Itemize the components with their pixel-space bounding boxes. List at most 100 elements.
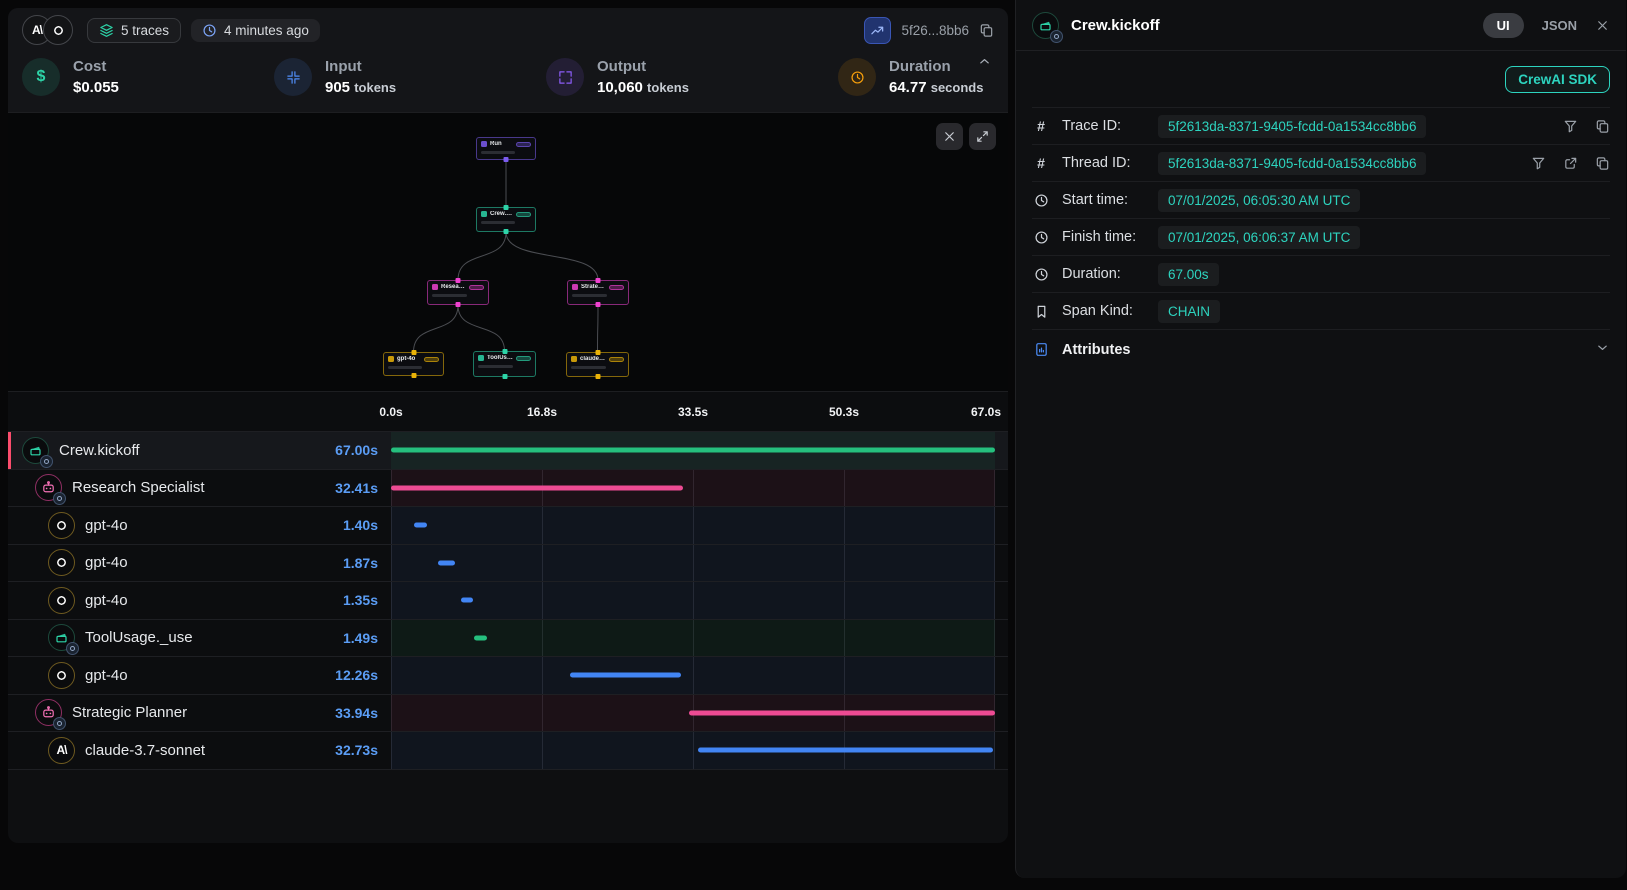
span-name: claude-3.7-sonnet bbox=[85, 742, 205, 759]
graph-controls bbox=[936, 123, 996, 150]
attributes-section-toggle[interactable]: Attributes bbox=[1032, 329, 1610, 369]
field-value[interactable]: 67.00s bbox=[1158, 263, 1219, 286]
stat-value: 10,060 tokens bbox=[597, 79, 689, 96]
field-label: Trace ID: bbox=[1062, 118, 1146, 134]
metrics-chart-button[interactable] bbox=[864, 17, 891, 44]
flow-node-strategic[interactable]: Strategic Planner bbox=[567, 280, 629, 305]
time-axis: 0.0s16.8s33.5s50.3s67.0s bbox=[8, 392, 1008, 431]
output-icon bbox=[546, 58, 584, 96]
span-timeline-cell bbox=[391, 545, 995, 582]
node-title: gpt-4o bbox=[397, 356, 421, 362]
time-ago-badge: 4 minutes ago bbox=[191, 19, 320, 42]
node-port-top bbox=[596, 278, 601, 283]
field-row-duration: Duration: 67.00s bbox=[1032, 255, 1610, 292]
flow-node-crew[interactable]: Crew.kickoff bbox=[476, 207, 536, 232]
trace-id-short[interactable]: 5f26...8bb6 bbox=[901, 23, 969, 38]
waterfall-row[interactable]: gpt-4o 1.35s bbox=[8, 581, 1008, 619]
span-bar[interactable] bbox=[698, 748, 993, 753]
span-duration: 33.94s bbox=[335, 705, 391, 721]
span-bar[interactable] bbox=[391, 485, 683, 490]
waterfall-row[interactable]: Research Specialist 32.41s bbox=[8, 469, 1008, 507]
waterfall-row[interactable]: gpt-4o 1.40s bbox=[8, 506, 1008, 544]
trace-main-column: A\ 5 traces 4 minutes ago 5f26...8bb6 $ bbox=[0, 0, 1015, 890]
close-graph-button[interactable] bbox=[936, 123, 963, 150]
axis-tick-label: 33.5s bbox=[678, 405, 708, 419]
openai-icon bbox=[48, 662, 75, 689]
app-root: A\ 5 traces 4 minutes ago 5f26...8bb6 $ bbox=[0, 0, 1627, 890]
external-icon[interactable] bbox=[1563, 156, 1578, 171]
waterfall-row[interactable]: ToolUsage._use 1.49s bbox=[8, 619, 1008, 657]
span-duration: 1.40s bbox=[343, 517, 391, 533]
flow-node-research[interactable]: Research Speciali... bbox=[427, 280, 489, 305]
node-port-top bbox=[595, 350, 600, 355]
duration-icon bbox=[838, 58, 876, 96]
field-row-start-time: Start time: 07/01/2025, 06:05:30 AM UTC bbox=[1032, 181, 1610, 218]
field-value[interactable]: 07/01/2025, 06:05:30 AM UTC bbox=[1158, 189, 1360, 212]
sdk-badge-row: CrewAI SDK bbox=[1032, 51, 1610, 107]
funnel-icon[interactable] bbox=[1531, 156, 1546, 171]
node-subtitle bbox=[478, 365, 513, 368]
anthropic-icon: A\ bbox=[48, 737, 75, 764]
span-bar[interactable] bbox=[391, 448, 995, 453]
tab-json[interactable]: JSON bbox=[1542, 18, 1577, 33]
span-name: Strategic Planner bbox=[72, 704, 187, 721]
agentops-badge-icon bbox=[53, 492, 66, 505]
node-title: claude-3.7-sonnet bbox=[580, 356, 606, 362]
stat-label: Input bbox=[325, 58, 396, 75]
waterfall-row[interactable]: Strategic Planner 33.94s bbox=[8, 694, 1008, 732]
clock-icon bbox=[1032, 230, 1050, 245]
funnel-icon[interactable] bbox=[1563, 119, 1578, 134]
cost-icon: $ bbox=[22, 58, 60, 96]
span-bar[interactable] bbox=[474, 635, 487, 640]
span-bar[interactable] bbox=[461, 598, 473, 603]
detail-header-actions: UI JSON bbox=[1483, 13, 1610, 38]
expand-graph-button[interactable] bbox=[969, 123, 996, 150]
node-type-icon bbox=[432, 284, 438, 290]
copy-trace-id-icon[interactable] bbox=[979, 23, 994, 38]
layers-icon bbox=[99, 23, 114, 38]
flow-node-tool[interactable]: ToolUsage._use bbox=[473, 351, 536, 377]
field-value[interactable]: 07/01/2025, 06:06:37 AM UTC bbox=[1158, 226, 1360, 249]
span-name: ToolUsage._use bbox=[85, 629, 193, 646]
flow-node-claude[interactable]: claude-3.7-sonnet bbox=[566, 352, 629, 377]
flow-edge bbox=[414, 305, 459, 352]
trace-stats-row: $ Cost $0.055 Input 905 tokens Output 10… bbox=[8, 52, 1008, 112]
traces-count-badge[interactable]: 5 traces bbox=[87, 18, 181, 43]
node-type-icon bbox=[481, 211, 487, 217]
detail-body: CrewAI SDK # Trace ID: 5f2613da-8371-940… bbox=[1016, 51, 1626, 369]
copy-icon[interactable] bbox=[1595, 119, 1610, 134]
waterfall-row[interactable]: A\ claude-3.7-sonnet 32.73s bbox=[8, 731, 1008, 769]
span-bar[interactable] bbox=[414, 523, 427, 528]
span-bar[interactable] bbox=[689, 710, 995, 715]
stat-value: 64.77 seconds bbox=[889, 79, 983, 96]
node-title: Research Speciali... bbox=[441, 284, 466, 290]
waterfall-row[interactable]: Crew.kickoff 67.00s bbox=[8, 431, 1008, 469]
field-label: Duration: bbox=[1062, 266, 1146, 282]
waterfall-row[interactable]: gpt-4o 1.87s bbox=[8, 544, 1008, 582]
span-duration: 32.73s bbox=[335, 742, 391, 758]
field-value[interactable]: 5f2613da-8371-9405-fcdd-0a1534cc8bb6 bbox=[1158, 115, 1426, 138]
clock-icon bbox=[202, 23, 217, 38]
node-subtitle bbox=[388, 366, 422, 369]
waterfall-row[interactable]: gpt-4o 12.26s bbox=[8, 656, 1008, 694]
field-row-span-kind: Span Kind: CHAIN bbox=[1032, 292, 1610, 329]
span-bar[interactable] bbox=[438, 560, 455, 565]
span-bar[interactable] bbox=[570, 673, 681, 678]
field-value[interactable]: 5f2613da-8371-9405-fcdd-0a1534cc8bb6 bbox=[1158, 152, 1426, 175]
node-subtitle bbox=[432, 294, 467, 297]
collapse-stats-chevron-icon[interactable] bbox=[977, 54, 992, 74]
flow-node-gpt[interactable]: gpt-4o bbox=[383, 352, 444, 376]
node-type-icon bbox=[388, 356, 394, 362]
openai-logo-icon bbox=[43, 15, 73, 45]
copy-icon[interactable] bbox=[1595, 156, 1610, 171]
field-value[interactable]: CHAIN bbox=[1158, 300, 1220, 323]
flow-node-run[interactable]: Run bbox=[476, 137, 536, 160]
node-subtitle bbox=[481, 221, 515, 224]
span-name: gpt-4o bbox=[85, 592, 128, 609]
stat-value: 905 tokens bbox=[325, 79, 396, 96]
bookmark-icon bbox=[1032, 304, 1050, 319]
close-panel-icon[interactable] bbox=[1595, 18, 1610, 33]
clock-icon bbox=[1032, 267, 1050, 282]
tab-ui[interactable]: UI bbox=[1483, 13, 1524, 38]
node-status-badge bbox=[516, 142, 531, 147]
